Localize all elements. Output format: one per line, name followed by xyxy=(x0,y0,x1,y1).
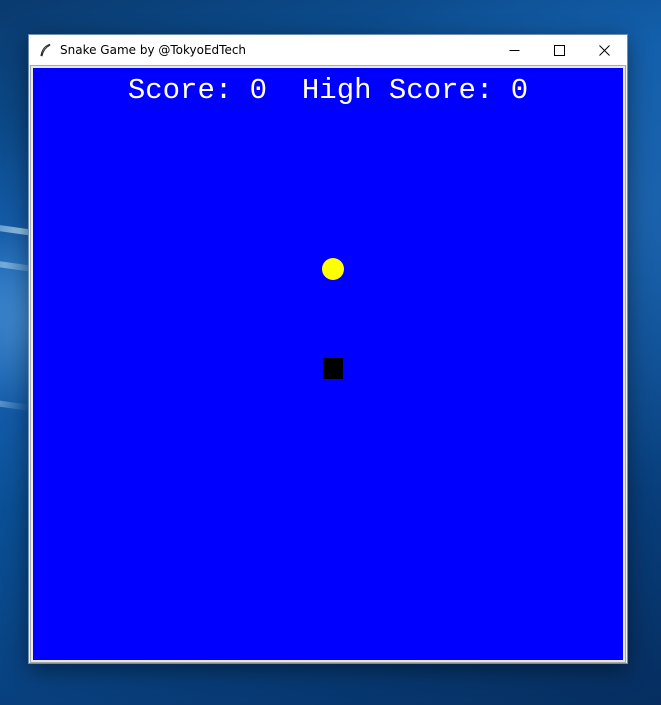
title-bar[interactable]: Snake Game by @TokyoEdTech xyxy=(29,35,627,65)
high-score-label: High Score: xyxy=(301,74,494,107)
desktop-light-streak xyxy=(0,395,31,411)
score-label: Score: xyxy=(127,74,233,107)
scoreboard: Score: 0 High Score: 0 xyxy=(33,74,623,107)
window-title: Snake Game by @TokyoEdTech xyxy=(60,43,247,57)
score-value: 0 xyxy=(249,74,268,107)
minimize-icon xyxy=(509,49,520,51)
close-icon xyxy=(599,44,610,56)
game-canvas[interactable]: Score: 0 High Score: 0 xyxy=(33,68,623,660)
minimize-button[interactable] xyxy=(492,35,537,65)
window-controls xyxy=(492,35,627,65)
high-score-value: 0 xyxy=(510,74,529,107)
food xyxy=(322,258,344,280)
maximize-button[interactable] xyxy=(537,35,582,65)
feather-icon xyxy=(40,43,51,57)
canvas-frame: Score: 0 High Score: 0 xyxy=(30,65,626,663)
maximize-icon xyxy=(554,44,565,56)
snake-head xyxy=(323,358,343,379)
close-button[interactable] xyxy=(582,35,627,65)
game-window: Snake Game by @TokyoEdTech Score: 0 High… xyxy=(28,34,628,664)
